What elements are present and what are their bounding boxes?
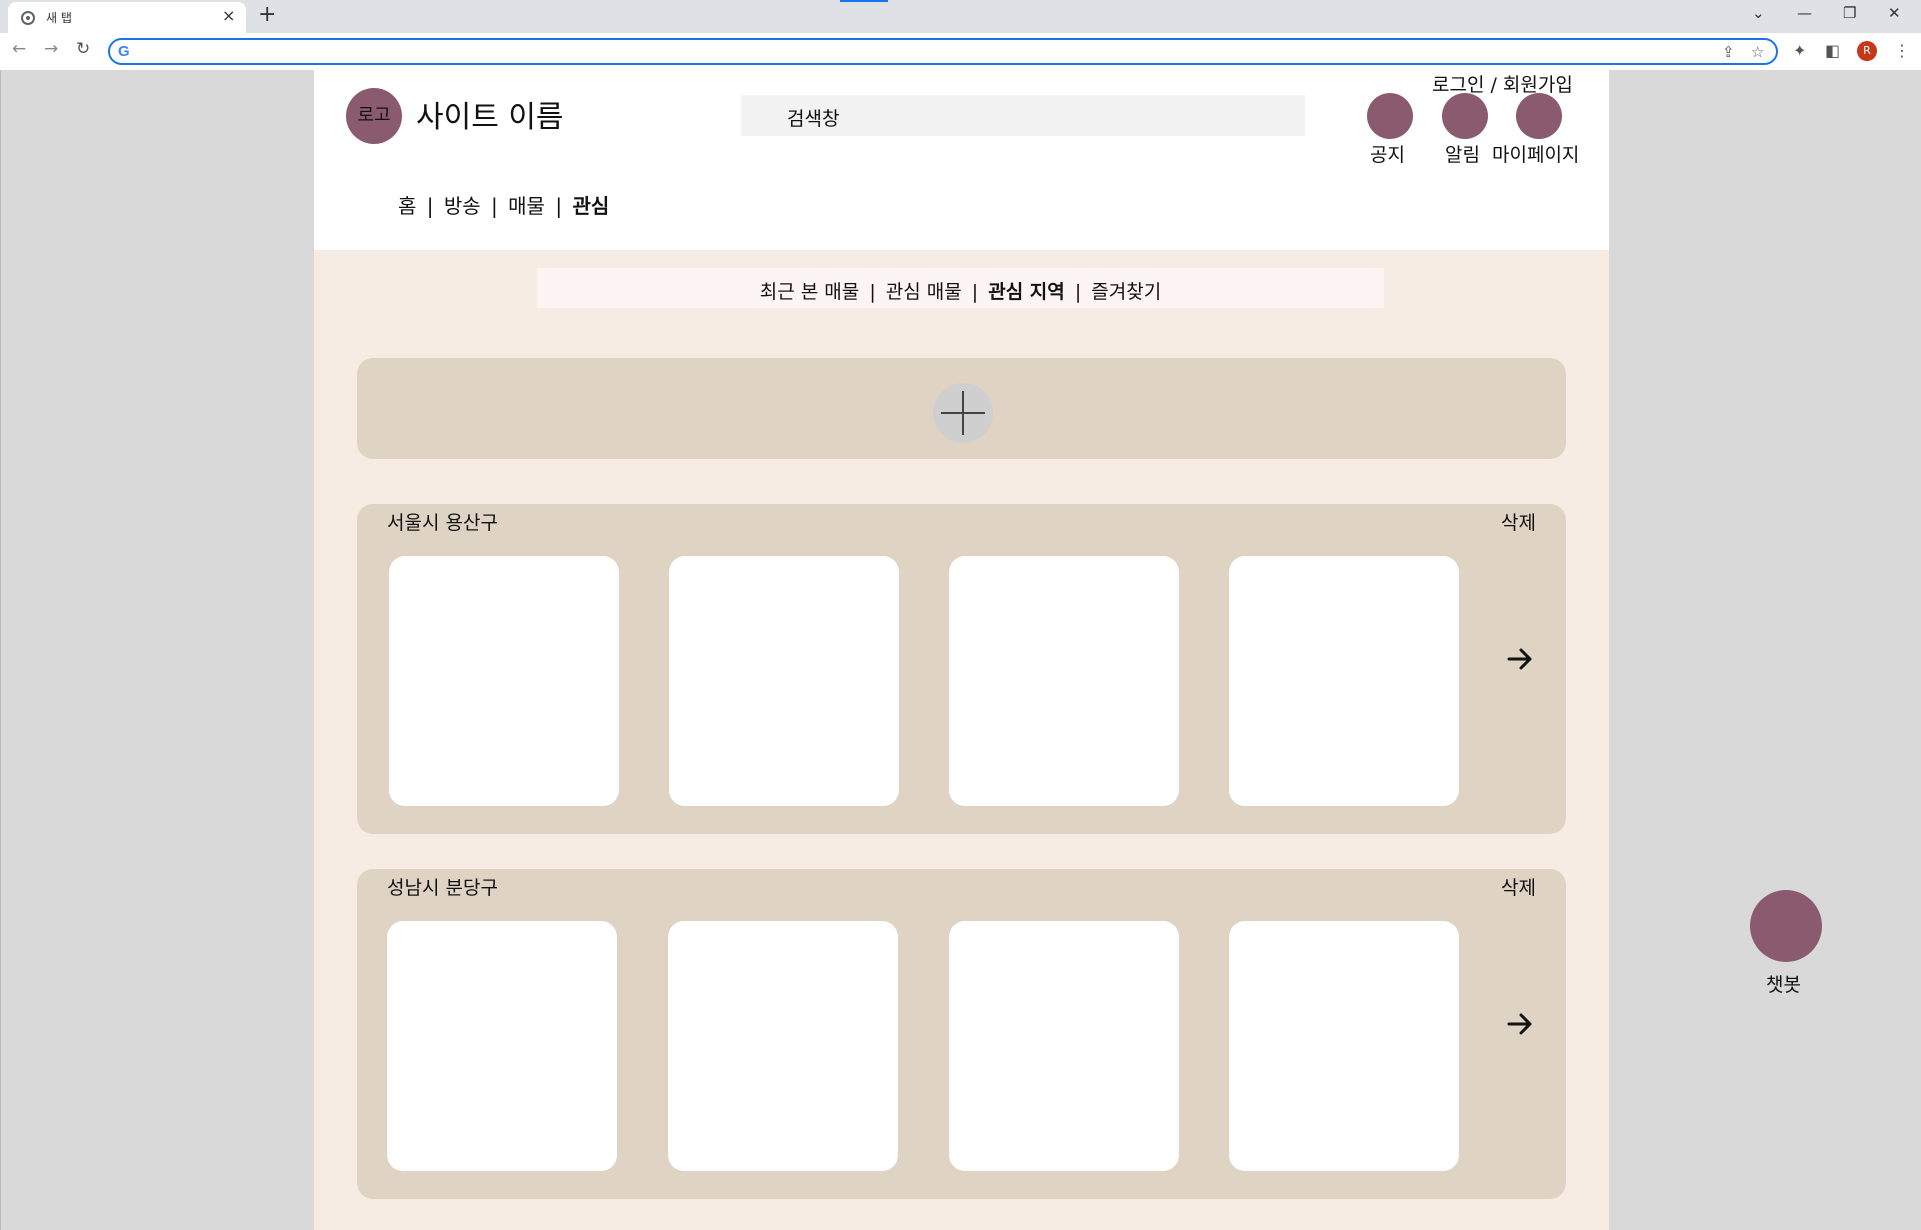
extensions-icon[interactable]: ✦ bbox=[1793, 41, 1806, 60]
logo[interactable]: 로고 bbox=[346, 88, 402, 144]
subnav-interest-listings[interactable]: 관심 매물 bbox=[886, 281, 962, 303]
tab-title: 새 탭 bbox=[46, 11, 72, 25]
listing-card[interactable] bbox=[389, 556, 619, 806]
arrow-right-icon[interactable] bbox=[1505, 1009, 1535, 1039]
tab-search-icon[interactable]: ⌄ bbox=[1752, 4, 1765, 22]
mypage-icon[interactable] bbox=[1516, 93, 1562, 139]
nav-separator: | bbox=[491, 194, 498, 218]
chatbot-label: 챗봇 bbox=[1766, 974, 1801, 996]
chatbot-button[interactable] bbox=[1750, 890, 1822, 962]
reload-icon[interactable]: ↻ bbox=[76, 39, 90, 59]
region-delete-button[interactable]: 삭제 bbox=[1501, 508, 1536, 535]
subnav-recent-listings[interactable]: 최근 본 매물 bbox=[760, 281, 859, 303]
new-tab-button[interactable]: + bbox=[258, 2, 276, 27]
nav-separator: | bbox=[555, 194, 563, 218]
nav-separator: | bbox=[426, 194, 434, 218]
browser-tab-bar: 새 탭 × + ⌄ — ❐ ✕ bbox=[0, 0, 1921, 33]
tab-close-icon[interactable]: × bbox=[222, 6, 235, 25]
region-title: 성남시 분당구 bbox=[387, 877, 498, 899]
listing-card[interactable] bbox=[387, 921, 617, 1171]
subnav-separator: | bbox=[869, 281, 876, 303]
nav-item-home[interactable]: 홈 bbox=[398, 190, 416, 219]
forward-icon[interactable]: → bbox=[44, 39, 58, 59]
viewport: 로고 사이트 이름 검색창 로그인 / 회원가입 공지 알림 마이페이지 홈 |… bbox=[0, 70, 1921, 1230]
add-region-button[interactable] bbox=[933, 383, 993, 443]
address-bar[interactable]: G ⇪ ☆ bbox=[108, 38, 1778, 65]
profile-avatar[interactable]: R bbox=[1857, 41, 1877, 61]
region-panel: 성남시 분당구 삭제 bbox=[357, 869, 1566, 1199]
browser-toolbar: ← → ↻ G ⇪ ☆ ✦ ◧ R ⋮ bbox=[0, 33, 1921, 70]
listing-card[interactable] bbox=[1229, 921, 1459, 1171]
site-header: 로고 사이트 이름 검색창 로그인 / 회원가입 공지 알림 마이페이지 홈 |… bbox=[314, 70, 1609, 250]
chrome-favicon-icon bbox=[21, 11, 35, 25]
google-icon: G bbox=[118, 43, 130, 60]
tab-indicator bbox=[840, 0, 888, 2]
region-panel: 서울시 용산구 삭제 bbox=[357, 504, 1566, 834]
site-name[interactable]: 사이트 이름 bbox=[416, 92, 564, 136]
notice-label: 공지 bbox=[1370, 144, 1405, 166]
menu-icon[interactable]: ⋮ bbox=[1894, 41, 1910, 60]
share-icon[interactable]: ⇪ bbox=[1722, 43, 1735, 61]
subnav-separator: | bbox=[1074, 281, 1082, 303]
close-window-icon[interactable]: ✕ bbox=[1888, 4, 1901, 22]
mypage-label: 마이페이지 bbox=[1492, 144, 1580, 166]
interest-subnav: 최근 본 매물 | 관심 매물 | 관심 지역 | 즐겨찾기 bbox=[537, 268, 1384, 308]
listing-card[interactable] bbox=[1229, 556, 1459, 806]
listing-card[interactable] bbox=[949, 556, 1179, 806]
subnav-interest-regions[interactable]: 관심 지역 bbox=[988, 281, 1065, 303]
listing-card[interactable] bbox=[949, 921, 1179, 1171]
minimize-icon[interactable]: — bbox=[1797, 4, 1812, 22]
alarm-icon[interactable] bbox=[1442, 93, 1488, 139]
notice-icon[interactable] bbox=[1367, 93, 1413, 139]
back-icon[interactable]: ← bbox=[12, 39, 26, 59]
arrow-right-icon[interactable] bbox=[1505, 644, 1535, 674]
nav-item-interest[interactable]: 관심 bbox=[572, 190, 609, 219]
listing-card[interactable] bbox=[669, 556, 899, 806]
main-nav: 홈 | 방송 | 매물 | 관심 bbox=[398, 190, 609, 219]
page: 로고 사이트 이름 검색창 로그인 / 회원가입 공지 알림 마이페이지 홈 |… bbox=[314, 70, 1609, 1230]
star-icon[interactable]: ☆ bbox=[1751, 43, 1764, 61]
subnav-separator: | bbox=[971, 281, 979, 303]
subnav-favorites[interactable]: 즐겨찾기 bbox=[1091, 281, 1161, 303]
browser-tab[interactable]: 새 탭 × bbox=[8, 2, 246, 33]
add-region-panel bbox=[357, 358, 1566, 459]
search-placeholder: 검색창 bbox=[787, 108, 840, 130]
login-signup-link[interactable]: 로그인 / 회원가입 bbox=[1432, 70, 1573, 97]
listing-card[interactable] bbox=[668, 921, 898, 1171]
restore-icon[interactable]: ❐ bbox=[1843, 4, 1856, 22]
region-delete-button[interactable]: 삭제 bbox=[1501, 873, 1536, 900]
region-title: 서울시 용산구 bbox=[387, 512, 498, 534]
sidepanel-icon[interactable]: ◧ bbox=[1825, 41, 1840, 60]
alarm-label: 알림 bbox=[1445, 144, 1480, 166]
nav-item-broadcast[interactable]: 방송 bbox=[444, 190, 481, 219]
nav-item-listings[interactable]: 매물 bbox=[508, 190, 545, 219]
search-input[interactable]: 검색창 bbox=[741, 95, 1305, 136]
